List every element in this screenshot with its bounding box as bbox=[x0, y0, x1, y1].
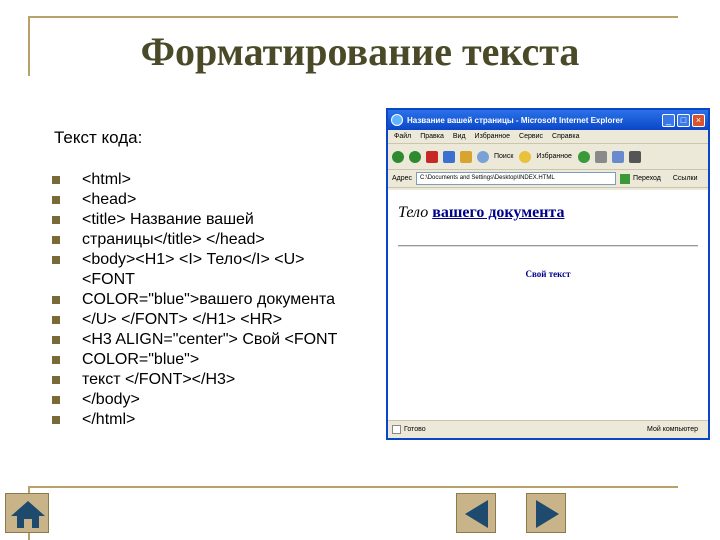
code-line: <head> bbox=[52, 190, 372, 210]
address-label: Адрес bbox=[392, 175, 413, 182]
page-heading: Тело вашего документа bbox=[398, 204, 564, 222]
menu-help[interactable]: Справка bbox=[552, 133, 579, 140]
mail-icon[interactable] bbox=[611, 150, 624, 163]
browser-window: Название вашей страницы - Microsoft Inte… bbox=[386, 108, 710, 440]
code-line-text: <head> bbox=[82, 191, 137, 208]
bullet-icon bbox=[52, 356, 60, 364]
media-icon[interactable] bbox=[577, 150, 590, 163]
browser-title: Название вашей страницы - Microsoft Inte… bbox=[407, 115, 624, 125]
code-list: <html> <head> <title> Название вашей стр… bbox=[52, 170, 372, 430]
page-heading-underlined: вашего документа bbox=[432, 204, 565, 221]
browser-toolbar: Поиск Избранное bbox=[388, 144, 708, 170]
bullet-icon bbox=[52, 376, 60, 384]
bullet-icon bbox=[52, 416, 60, 424]
favorites-button-label[interactable]: Избранное bbox=[536, 153, 571, 160]
menu-favorites[interactable]: Избранное bbox=[475, 133, 510, 140]
address-input[interactable]: C:\Documents and Settings\Desktop\INDEX.… bbox=[416, 172, 617, 185]
bullet-icon bbox=[52, 196, 60, 204]
stop-icon[interactable] bbox=[426, 150, 438, 163]
code-line: <title> Название вашей bbox=[52, 210, 372, 230]
code-line: текст </FONT></H3> bbox=[52, 370, 372, 390]
bullet-icon bbox=[52, 236, 60, 244]
bullet-icon bbox=[52, 396, 60, 404]
code-label: Текст кода: bbox=[54, 128, 143, 147]
code-line: <body><H1> <I> Тело</I> <U> bbox=[52, 250, 372, 270]
code-line: </U> </FONT> </H1> <HR> bbox=[52, 310, 372, 330]
home-icon bbox=[11, 501, 45, 528]
forward-icon[interactable] bbox=[409, 150, 421, 163]
code-line-text: <FONT bbox=[82, 271, 135, 288]
code-line: </body> bbox=[52, 390, 372, 410]
horizontal-rule bbox=[398, 245, 698, 247]
menu-edit[interactable]: Правка bbox=[420, 133, 444, 140]
triangle-right-icon bbox=[536, 500, 559, 528]
favorites-star-icon[interactable] bbox=[519, 150, 532, 163]
home-page-icon[interactable] bbox=[460, 150, 472, 163]
bullet-icon bbox=[52, 216, 60, 224]
minimize-button[interactable]: _ bbox=[662, 113, 675, 127]
code-line-text: COLOR="blue">вашего документа bbox=[82, 291, 335, 308]
previous-slide-button[interactable] bbox=[456, 493, 496, 533]
menu-view[interactable]: Вид bbox=[453, 133, 466, 140]
code-line-text: <html> bbox=[82, 171, 131, 188]
triangle-left-icon bbox=[465, 500, 488, 528]
code-line-text: текст </FONT></H3> bbox=[82, 371, 236, 388]
code-line-continuation: <FONT bbox=[52, 270, 372, 290]
home-button[interactable] bbox=[5, 493, 49, 533]
code-line: <html> bbox=[52, 170, 372, 190]
code-line-text: </html> bbox=[82, 411, 136, 428]
code-line-text: <body><H1> <I> Тело</I> <U> bbox=[82, 251, 305, 268]
page-icon bbox=[392, 425, 401, 434]
ie-logo-icon bbox=[391, 114, 403, 126]
code-line: </html> bbox=[52, 410, 372, 430]
code-line-text: </U> </FONT> </H1> <HR> bbox=[82, 311, 283, 328]
code-line: <H3 ALIGN="center"> Свой <FONT bbox=[52, 330, 372, 350]
menu-file[interactable]: Файл bbox=[394, 133, 411, 140]
menu-tools[interactable]: Сервис bbox=[519, 133, 543, 140]
search-button-label[interactable]: Поиск bbox=[494, 153, 513, 160]
bullet-icon bbox=[52, 316, 60, 324]
history-icon[interactable] bbox=[594, 150, 607, 163]
search-icon[interactable] bbox=[477, 150, 489, 163]
links-label[interactable]: Ссылки bbox=[673, 175, 698, 182]
back-icon[interactable] bbox=[392, 150, 404, 163]
bullet-icon bbox=[52, 336, 60, 344]
browser-titlebar: Название вашей страницы - Microsoft Inte… bbox=[388, 110, 708, 130]
code-line-text: </body> bbox=[82, 391, 140, 408]
code-line: страницы</title> </head> bbox=[52, 230, 372, 250]
code-line: COLOR="blue">вашего документа bbox=[52, 290, 372, 310]
decorative-line-top bbox=[28, 16, 678, 18]
decorative-line-bottom bbox=[28, 486, 678, 488]
next-slide-button[interactable] bbox=[526, 493, 566, 533]
bullet-icon bbox=[52, 256, 60, 264]
browser-page-content: Тело вашего документа Свой текст bbox=[388, 190, 708, 422]
page-h3: Свой текст bbox=[525, 269, 571, 279]
bullet-icon bbox=[52, 296, 60, 304]
go-arrow-icon[interactable] bbox=[620, 173, 631, 184]
page-heading-italic: Тело bbox=[398, 204, 429, 221]
print-icon[interactable] bbox=[628, 150, 641, 163]
code-line: COLOR="blue"> bbox=[52, 350, 372, 370]
close-button[interactable]: × bbox=[692, 113, 705, 127]
bullet-icon bbox=[52, 176, 60, 184]
code-line-text: COLOR="blue"> bbox=[82, 351, 200, 368]
browser-menubar: Файл Правка Вид Избранное Сервис Справка bbox=[388, 130, 708, 144]
code-line-text: <H3 ALIGN="center"> Свой <FONT bbox=[82, 331, 338, 348]
status-text: Готово bbox=[404, 426, 426, 433]
status-bar: Готово Мой компьютер bbox=[388, 420, 708, 438]
go-button-label[interactable]: Переход bbox=[633, 175, 661, 182]
code-line-text: страницы</title> </head> bbox=[82, 231, 265, 248]
slide-title: Форматирование текста bbox=[140, 29, 580, 74]
code-line-text: <title> Название вашей bbox=[82, 211, 254, 228]
address-bar: Адрес C:\Documents and Settings\Desktop\… bbox=[388, 170, 708, 188]
maximize-button[interactable]: □ bbox=[677, 113, 690, 127]
refresh-icon[interactable] bbox=[443, 150, 455, 163]
status-zone: Мой компьютер bbox=[647, 426, 698, 433]
